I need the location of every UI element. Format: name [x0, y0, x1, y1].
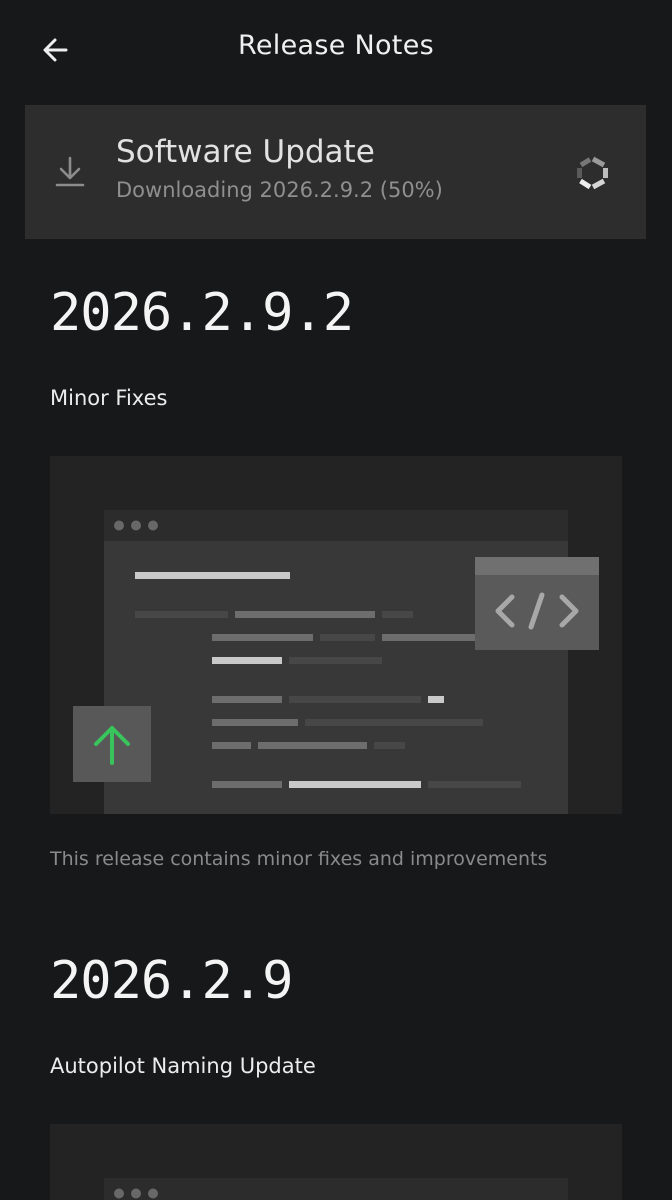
- arrow-left-icon: [43, 38, 68, 62]
- release-illustration: [50, 1124, 622, 1200]
- release-version: 2026.2.9: [50, 951, 293, 1011]
- release-description: This release contains minor fixes and im…: [50, 848, 548, 870]
- release-subtitle: Autopilot Naming Update: [50, 1054, 316, 1078]
- download-icon: [55, 156, 85, 187]
- release-illustration: [50, 456, 622, 814]
- release-subtitle: Minor Fixes: [50, 386, 168, 410]
- back-button[interactable]: [36, 30, 76, 70]
- page-title: Release Notes: [238, 30, 434, 61]
- release-notes-screen: Release Notes Software Update Downloadin…: [0, 0, 672, 1200]
- header-bar: Release Notes: [0, 0, 672, 100]
- software-update-card[interactable]: [25, 105, 646, 239]
- progress-ring-icon: [577, 156, 608, 190]
- update-title: Software Update: [116, 134, 375, 170]
- update-status: Downloading 2026.2.9.2 (50%): [116, 178, 443, 202]
- release-version: 2026.2.9.2: [50, 283, 354, 343]
